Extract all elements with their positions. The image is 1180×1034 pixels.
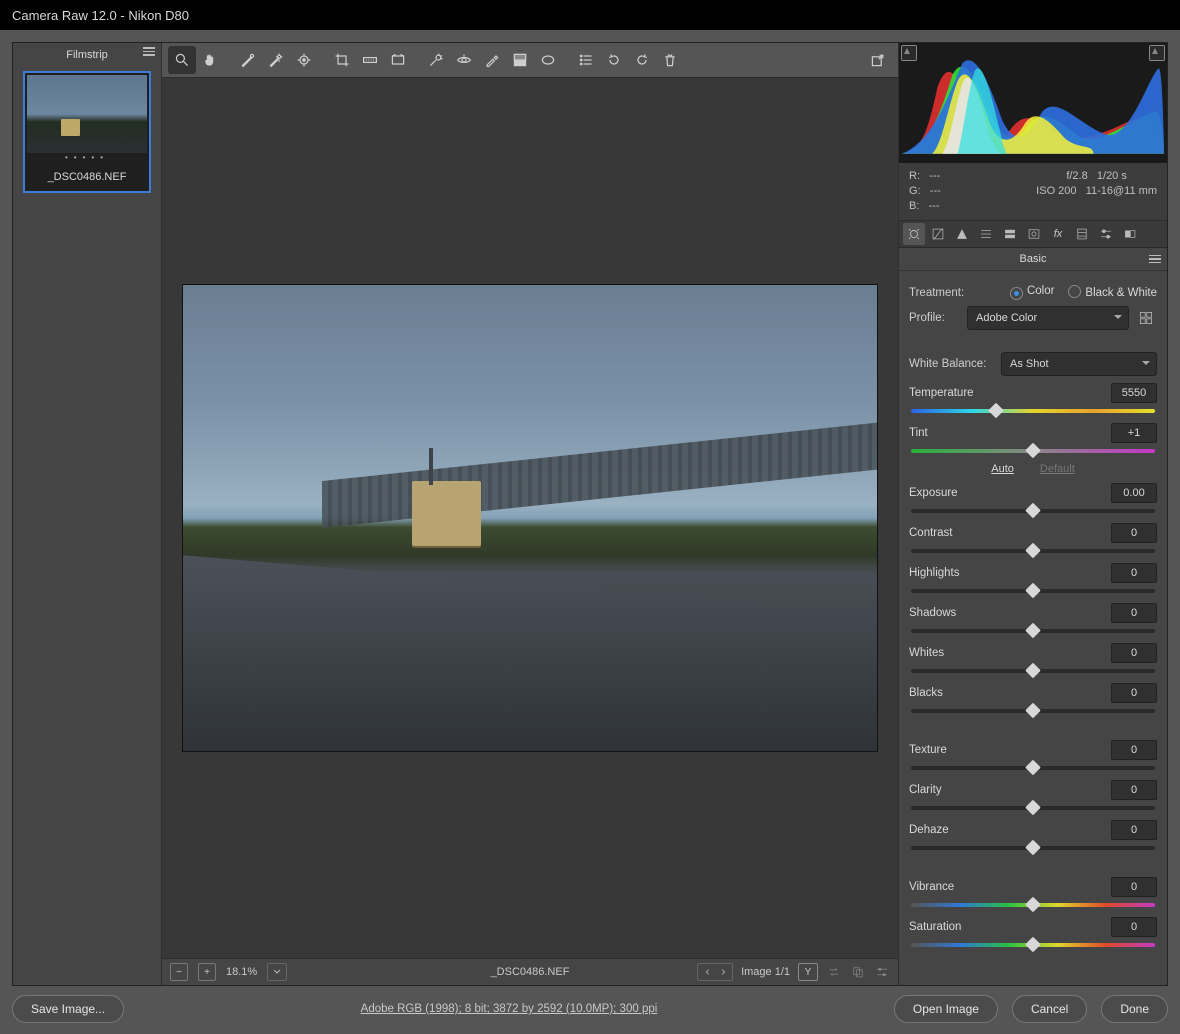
open-image-button[interactable]: Open Image	[894, 995, 998, 1023]
zoom-dropdown[interactable]	[267, 963, 287, 981]
zoom-tool-icon[interactable]	[168, 46, 196, 74]
app-frame: Filmstrip ••••• _DSC0486.NEF	[0, 30, 1180, 1034]
rotate-cw-icon[interactable]	[628, 46, 656, 74]
copy-settings-icon[interactable]	[850, 964, 866, 980]
graduated-filter-tool-icon[interactable]	[506, 46, 534, 74]
histogram[interactable]	[899, 43, 1167, 163]
adjustment-brush-tool-icon[interactable]	[478, 46, 506, 74]
profile-dropdown[interactable]: Adobe Color	[967, 306, 1129, 330]
shadows-slider[interactable]: Shadows0	[909, 603, 1157, 633]
tab-detail-icon[interactable]	[951, 223, 973, 245]
filmstrip-title: Filmstrip	[66, 49, 108, 61]
window-title: Camera Raw 12.0 - Nikon D80	[12, 8, 189, 23]
image-counter: Image 1/1	[741, 966, 790, 978]
blacks-slider[interactable]: Blacks0	[909, 683, 1157, 713]
crop-tool-icon[interactable]	[328, 46, 356, 74]
thumbnail-image	[27, 75, 147, 153]
tab-calibration-icon[interactable]	[1071, 223, 1093, 245]
profile-row: Profile: Adobe Color	[909, 306, 1157, 330]
center-column: − + 18.1% _DSC0486.NEF Image 1/1 Y	[162, 43, 898, 985]
thumbnail[interactable]: ••••• _DSC0486.NEF	[23, 71, 151, 193]
contrast-slider[interactable]: Contrast0	[909, 523, 1157, 553]
statusbar: − + 18.1% _DSC0486.NEF Image 1/1 Y	[162, 958, 898, 985]
zoom-level: 18.1%	[226, 966, 257, 978]
hand-tool-icon[interactable]	[196, 46, 224, 74]
spot-removal-tool-icon[interactable]	[422, 46, 450, 74]
info-row: R: --- G: --- B: --- f/2.8 1/20 s ISO 20…	[899, 163, 1167, 221]
panel-menu-icon[interactable]	[1149, 255, 1161, 264]
color-sampler-tool-icon[interactable]	[262, 46, 290, 74]
highlights-slider[interactable]: Highlights0	[909, 563, 1157, 593]
saturation-slider[interactable]: Saturation0	[909, 917, 1157, 947]
thumbnail-filename: _DSC0486.NEF	[27, 167, 147, 189]
filmstrip-header: Filmstrip	[13, 43, 161, 67]
titlebar: Camera Raw 12.0 - Nikon D80	[0, 0, 1180, 30]
whites-slider[interactable]: Whites0	[909, 643, 1157, 673]
tab-snapshots-icon[interactable]	[1119, 223, 1141, 245]
vibrance-slider[interactable]: Vibrance0	[909, 877, 1157, 907]
texture-slider[interactable]: Texture0	[909, 740, 1157, 770]
footer: Save Image... Adobe RGB (1998); 8 bit; 3…	[12, 990, 1168, 1028]
workspace: Filmstrip ••••• _DSC0486.NEF	[12, 42, 1168, 986]
exposure-slider[interactable]: Exposure0.00	[909, 483, 1157, 513]
filmstrip-panel: Filmstrip ••••• _DSC0486.NEF	[13, 43, 162, 985]
image-preview	[183, 285, 877, 751]
profile-browser-icon[interactable]	[1135, 307, 1157, 329]
targeted-adjustment-tool-icon[interactable]	[290, 46, 318, 74]
temperature-slider[interactable]: Temperature5550	[909, 383, 1157, 413]
treatment-bw-radio[interactable]: Black & White	[1068, 285, 1157, 300]
default-button[interactable]: Default	[1040, 463, 1075, 475]
zoom-out-button[interactable]: −	[170, 963, 188, 981]
transform-tool-icon[interactable]	[384, 46, 412, 74]
cancel-button[interactable]: Cancel	[1012, 995, 1087, 1023]
tab-presets-icon[interactable]	[1095, 223, 1117, 245]
basic-panel-body: Treatment: Color Black & White Profile: …	[899, 271, 1167, 985]
tab-lens-icon[interactable]	[1023, 223, 1045, 245]
toolbar	[162, 43, 898, 78]
panel-title-row: Basic	[899, 248, 1167, 271]
workflow-options-link[interactable]: Adobe RGB (1998); 8 bit; 3872 by 2592 (1…	[124, 1003, 894, 1015]
histogram-graph	[902, 53, 1164, 154]
delete-icon[interactable]	[656, 46, 684, 74]
sliders-icon[interactable]	[874, 964, 890, 980]
white-balance-tool-icon[interactable]	[234, 46, 262, 74]
filmstrip-menu-icon[interactable]	[143, 47, 155, 56]
dehaze-slider[interactable]: Dehaze0	[909, 820, 1157, 850]
canvas-area[interactable]	[162, 78, 898, 958]
auto-default-row: Auto Default	[909, 463, 1157, 475]
tint-slider[interactable]: Tint+1	[909, 423, 1157, 453]
status-filename: _DSC0486.NEF	[491, 966, 570, 978]
treatment-row: Treatment: Color Black & White	[909, 285, 1157, 300]
tab-basic-icon[interactable]	[903, 223, 925, 245]
treatment-color-radio[interactable]: Color	[1010, 285, 1054, 300]
save-image-button[interactable]: Save Image...	[12, 995, 124, 1023]
tab-split-icon[interactable]	[999, 223, 1021, 245]
right-panel: R: --- G: --- B: --- f/2.8 1/20 s ISO 20…	[898, 43, 1167, 985]
wb-row: White Balance: As Shot	[909, 352, 1157, 376]
preferences-list-icon[interactable]	[572, 46, 600, 74]
before-after-button[interactable]: Y	[798, 963, 818, 981]
panel-title: Basic	[1020, 253, 1047, 265]
tab-fx-icon[interactable]: fx	[1047, 223, 1069, 245]
panel-tabs: fx	[899, 221, 1167, 248]
auto-button[interactable]: Auto	[991, 463, 1014, 475]
thumbnail-rating: •••••	[27, 153, 147, 167]
radial-filter-tool-icon[interactable]	[534, 46, 562, 74]
straighten-tool-icon[interactable]	[356, 46, 384, 74]
rotate-ccw-icon[interactable]	[600, 46, 628, 74]
clarity-slider[interactable]: Clarity0	[909, 780, 1157, 810]
done-button[interactable]: Done	[1101, 995, 1168, 1023]
share-icon[interactable]	[864, 46, 892, 74]
tab-hsl-icon[interactable]	[975, 223, 997, 245]
image-nav[interactable]	[697, 963, 733, 981]
swap-icon[interactable]	[826, 964, 842, 980]
zoom-in-button[interactable]: +	[198, 963, 216, 981]
red-eye-tool-icon[interactable]	[450, 46, 478, 74]
wb-dropdown[interactable]: As Shot	[1001, 352, 1157, 376]
tab-curve-icon[interactable]	[927, 223, 949, 245]
